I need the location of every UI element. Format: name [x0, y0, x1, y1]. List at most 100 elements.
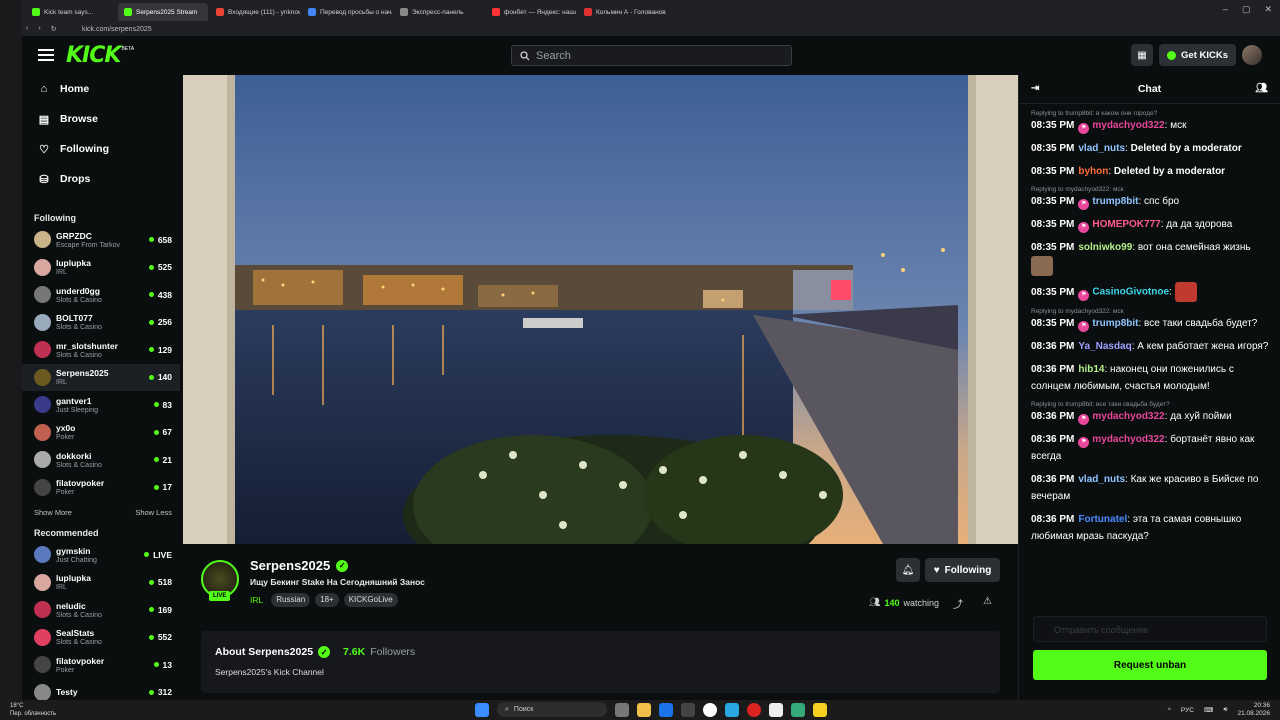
channel-item[interactable]: gantver1 Just Sleeping 83: [22, 391, 180, 419]
get-kicks-button[interactable]: Get KICKs: [1159, 44, 1236, 66]
channel-name: dokkorki: [56, 450, 92, 461]
channel-item[interactable]: GRPZDC Escape From Tarkov 658: [22, 226, 180, 254]
message-username[interactable]: vlad_nuts: [1078, 143, 1125, 154]
network-icon[interactable]: ⌨: [1204, 706, 1213, 714]
channel-item[interactable]: dokkorki Slots & Casino 21: [22, 446, 180, 474]
kick-logo[interactable]: KICK: [66, 43, 121, 68]
start-icon[interactable]: [475, 702, 489, 717]
request-unban-button[interactable]: Request unban: [1033, 650, 1267, 680]
theater-mode-button[interactable]: ▦: [1131, 44, 1154, 66]
following-button[interactable]: ♥ Following: [925, 558, 1000, 582]
channel-item[interactable]: SealStats Slots & Casino 552: [22, 624, 180, 652]
url-text[interactable]: kick.com/serpens2025: [82, 26, 152, 33]
report-icon[interactable]: ⚠: [983, 596, 992, 607]
sidebar-nav-label: Drops: [60, 173, 91, 185]
close-icon[interactable]: ✕: [1264, 4, 1272, 15]
channel-item[interactable]: Testy 312: [22, 679, 180, 700]
channel-category: Just Sleeping: [56, 406, 99, 414]
channel-item[interactable]: Serpens2025 IRL 140: [22, 363, 180, 391]
video-player[interactable]: [183, 75, 1018, 544]
yandex-icon[interactable]: [703, 702, 717, 717]
channel-text: filatovpoker Poker: [56, 478, 154, 496]
message-username[interactable]: HOMEPOK777: [1092, 219, 1160, 230]
tag-chip[interactable]: KICKGoLive: [343, 593, 398, 607]
share-icon[interactable]: ⤴: [953, 596, 963, 611]
sidebar-nav-browse[interactable]: ▤ Browse: [22, 104, 180, 134]
show-more-button[interactable]: Show More: [34, 508, 72, 517]
lang-indicator[interactable]: РУС: [1181, 707, 1194, 714]
sidebar-nav-home[interactable]: ⌂ Home: [22, 74, 180, 104]
channel-category: IRL: [56, 584, 67, 592]
chat-message: 08:35 PM vlad_nuts: Deleted by a moderato…: [1031, 140, 1271, 157]
channel-item[interactable]: filatovpoker Poker 17: [22, 474, 180, 502]
tag-chip[interactable]: 18+: [315, 593, 339, 607]
tray-up-icon[interactable]: ^: [1168, 707, 1171, 714]
calendar-icon[interactable]: [659, 702, 673, 717]
explorer-icon[interactable]: [637, 702, 651, 717]
message-username[interactable]: trump8bit: [1092, 318, 1138, 329]
channel-item[interactable]: luplupka IRL 525: [22, 254, 180, 282]
message-username[interactable]: solniwko99: [1078, 242, 1132, 253]
channel-item[interactable]: yx0o Poker 67: [22, 419, 180, 447]
minimize-icon[interactable]: –: [1223, 4, 1228, 15]
forward-icon[interactable]: ›: [38, 25, 40, 33]
browser-tab[interactable]: Кольмин А - Голованов Г: [578, 3, 668, 21]
message-username[interactable]: hib14: [1078, 364, 1104, 375]
channel-item[interactable]: underd0gg Slots & Casino 438: [22, 281, 180, 309]
channel-item[interactable]: BOLT077 Slots & Casino 256: [22, 309, 180, 337]
sidebar-nav-drops[interactable]: ⛁ Drops: [22, 164, 180, 194]
message-username[interactable]: byhon: [1078, 166, 1108, 177]
message-username[interactable]: Ya_Nasdaq: [1078, 341, 1131, 352]
channel-category: Slots & Casino: [56, 296, 102, 304]
search-input[interactable]: Search: [511, 45, 792, 66]
maximize-icon[interactable]: ▢: [1242, 4, 1251, 15]
browser-tab[interactable]: Перевод просьбы о нача: [302, 3, 392, 21]
telegram-icon[interactable]: [725, 702, 739, 717]
message-username[interactable]: mydachyod322: [1092, 434, 1164, 445]
app-icon[interactable]: [813, 702, 827, 717]
back-icon[interactable]: ‹: [26, 25, 28, 33]
opera-icon[interactable]: [747, 702, 761, 717]
show-less-button[interactable]: Show Less: [135, 508, 172, 517]
message-username[interactable]: Fortunatel: [1078, 514, 1127, 525]
viewer-count: 140: [157, 372, 172, 383]
app-icon[interactable]: [791, 702, 805, 717]
channel-item[interactable]: filatovpoker Poker 13: [22, 651, 180, 679]
reload-icon[interactable]: ↻: [51, 25, 57, 33]
steam-icon[interactable]: [681, 702, 695, 717]
chat-title: Chat: [1137, 82, 1162, 95]
category-link[interactable]: IRL: [250, 595, 263, 605]
message-username[interactable]: CasinoGivotnoe: [1092, 287, 1169, 298]
browser-tab[interactable]: Экспресс-панель: [394, 3, 484, 21]
sidebar-nav-following[interactable]: ♡ Following: [22, 134, 180, 164]
tag-chip[interactable]: Russian: [271, 593, 311, 607]
channel-item[interactable]: luplupka IRL 518: [22, 569, 180, 597]
notification-bell-button[interactable]: 🔔︎: [896, 558, 920, 582]
browser-tab[interactable]: Kick team says...: [26, 3, 116, 21]
menu-icon[interactable]: [38, 49, 54, 61]
clock[interactable]: 20:36 21.08.2026: [1237, 702, 1270, 718]
message-username[interactable]: mydachyod322: [1092, 411, 1164, 422]
browser-tab[interactable]: фонбет — Яндекс: нашло: [486, 3, 576, 21]
browser-tab[interactable]: Serpens2025 Stream: [118, 3, 208, 21]
collapse-chat-icon[interactable]: ⇥: [1031, 83, 1039, 94]
channel-item[interactable]: gymskin Just Chatting LIVE: [22, 541, 180, 569]
message-username[interactable]: vlad_nuts: [1078, 474, 1125, 485]
streamer-name[interactable]: Serpens2025: [250, 558, 330, 573]
channel-item[interactable]: neludic Slots & Casino 169: [22, 596, 180, 624]
user-avatar[interactable]: [1242, 45, 1262, 65]
live-dot-icon: [148, 374, 154, 380]
app-icon[interactable]: [769, 702, 783, 717]
taskbar-search[interactable]: ⌕ Поиск: [497, 702, 607, 717]
message-username[interactable]: trump8bit: [1092, 196, 1138, 207]
task-view-icon[interactable]: [615, 702, 629, 717]
channel-category: Just Chatting: [56, 556, 97, 564]
following-list: GRPZDC Escape From Tarkov 658 luplupka IRL 52…: [22, 226, 180, 501]
volume-icon[interactable]: 🔊︎: [1223, 706, 1227, 714]
message-username[interactable]: mydachyod322: [1092, 120, 1164, 131]
chat-input[interactable]: Отправить сообщение: [1033, 616, 1267, 642]
browser-tab[interactable]: Входящие (111) - уnknown: [210, 3, 300, 21]
channel-item[interactable]: mr_slotshunter Slots & Casino 129: [22, 336, 180, 364]
chat-users-icon[interactable]: 👥︎: [1255, 83, 1268, 94]
weather-widget[interactable]: 18°C Пер. облачность: [10, 702, 56, 718]
